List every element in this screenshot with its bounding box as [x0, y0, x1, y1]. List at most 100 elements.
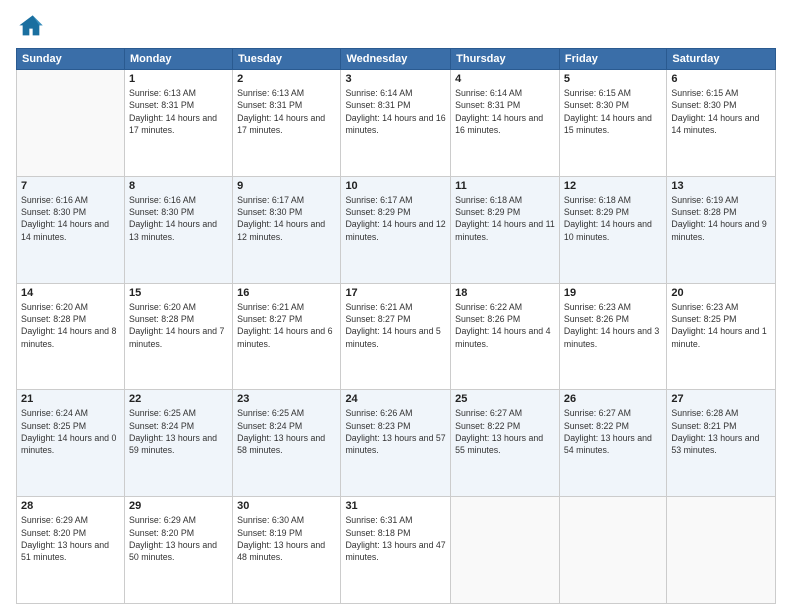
calendar-cell: 8 Sunrise: 6:16 AMSunset: 8:30 PMDaylight… — [124, 176, 232, 283]
day-number: 20 — [671, 287, 771, 299]
calendar-cell: 12 Sunrise: 6:18 AMSunset: 8:29 PMDayligh… — [559, 176, 666, 283]
logo-icon — [16, 12, 46, 42]
day-info: Sunrise: 6:14 AMSunset: 8:31 PMDaylight:… — [455, 87, 555, 136]
calendar-cell: 28 Sunrise: 6:29 AMSunset: 8:20 PMDayligh… — [17, 497, 125, 604]
day-info: Sunrise: 6:21 AMSunset: 8:27 PMDaylight:… — [237, 301, 336, 350]
calendar-table: SundayMondayTuesdayWednesdayThursdayFrid… — [16, 48, 776, 604]
day-number: 17 — [345, 287, 446, 299]
header — [16, 12, 776, 42]
day-number: 1 — [129, 73, 228, 85]
day-info: Sunrise: 6:25 AMSunset: 8:24 PMDaylight:… — [237, 407, 336, 456]
day-number: 8 — [129, 180, 228, 192]
day-info: Sunrise: 6:21 AMSunset: 8:27 PMDaylight:… — [345, 301, 446, 350]
day-number: 11 — [455, 180, 555, 192]
day-info: Sunrise: 6:15 AMSunset: 8:30 PMDaylight:… — [564, 87, 662, 136]
day-info: Sunrise: 6:17 AMSunset: 8:30 PMDaylight:… — [237, 194, 336, 243]
day-info: Sunrise: 6:27 AMSunset: 8:22 PMDaylight:… — [564, 407, 662, 456]
day-number: 12 — [564, 180, 662, 192]
calendar-week-row: 1 Sunrise: 6:13 AMSunset: 8:31 PMDaylight… — [17, 70, 776, 177]
logo — [16, 12, 50, 42]
day-number: 27 — [671, 393, 771, 405]
day-number: 30 — [237, 500, 336, 512]
day-number: 31 — [345, 500, 446, 512]
calendar-cell: 29Sunrise: 6:29 AMSunset: 8:20 PMDayligh… — [124, 497, 232, 604]
calendar-cell: 4 Sunrise: 6:14 AMSunset: 8:31 PMDaylight… — [451, 70, 560, 177]
day-info: Sunrise: 6:23 AMSunset: 8:25 PMDaylight:… — [671, 301, 771, 350]
day-info: Sunrise: 6:26 AMSunset: 8:23 PMDaylight:… — [345, 407, 446, 456]
day-info: Sunrise: 6:15 AMSunset: 8:30 PMDaylight:… — [671, 87, 771, 136]
calendar-cell: 27Sunrise: 6:28 AMSunset: 8:21 PMDayligh… — [667, 390, 776, 497]
day-number: 19 — [564, 287, 662, 299]
day-info: Sunrise: 6:18 AMSunset: 8:29 PMDaylight:… — [564, 194, 662, 243]
day-info: Sunrise: 6:24 AMSunset: 8:25 PMDaylight:… — [21, 407, 120, 456]
calendar-cell: 26 Sunrise: 6:27 AMSunset: 8:22 PMDayligh… — [559, 390, 666, 497]
calendar-cell: 20 Sunrise: 6:23 AMSunset: 8:25 PMDayligh… — [667, 283, 776, 390]
calendar-cell: 19 Sunrise: 6:23 AMSunset: 8:26 PMDayligh… — [559, 283, 666, 390]
day-info: Sunrise: 6:29 AMSunset: 8:20 PMDaylight:… — [21, 514, 120, 563]
page: SundayMondayTuesdayWednesdayThursdayFrid… — [0, 0, 792, 612]
day-info: Sunrise: 6:20 AMSunset: 8:28 PMDaylight:… — [129, 301, 228, 350]
calendar-cell: 13Sunrise: 6:19 AMSunset: 8:28 PMDayligh… — [667, 176, 776, 283]
calendar-cell: 30 Sunrise: 6:30 AMSunset: 8:19 PMDayligh… — [233, 497, 341, 604]
weekday-header: Wednesday — [341, 49, 451, 70]
calendar-week-row: 21 Sunrise: 6:24 AMSunset: 8:25 PMDayligh… — [17, 390, 776, 497]
calendar-cell: 7Sunrise: 6:16 AMSunset: 8:30 PMDaylight… — [17, 176, 125, 283]
calendar-cell — [559, 497, 666, 604]
weekday-header: Thursday — [451, 49, 560, 70]
day-number: 16 — [237, 287, 336, 299]
calendar-cell: 18 Sunrise: 6:22 AMSunset: 8:26 PMDayligh… — [451, 283, 560, 390]
calendar-week-row: 7Sunrise: 6:16 AMSunset: 8:30 PMDaylight… — [17, 176, 776, 283]
calendar-cell: 5 Sunrise: 6:15 AMSunset: 8:30 PMDaylight… — [559, 70, 666, 177]
day-info: Sunrise: 6:23 AMSunset: 8:26 PMDaylight:… — [564, 301, 662, 350]
day-info: Sunrise: 6:29 AMSunset: 8:20 PMDaylight:… — [129, 514, 228, 563]
day-number: 10 — [345, 180, 446, 192]
day-number: 5 — [564, 73, 662, 85]
day-info: Sunrise: 6:30 AMSunset: 8:19 PMDaylight:… — [237, 514, 336, 563]
day-info: Sunrise: 6:25 AMSunset: 8:24 PMDaylight:… — [129, 407, 228, 456]
day-number: 21 — [21, 393, 120, 405]
calendar-week-row: 28 Sunrise: 6:29 AMSunset: 8:20 PMDayligh… — [17, 497, 776, 604]
calendar-cell: 25 Sunrise: 6:27 AMSunset: 8:22 PMDayligh… — [451, 390, 560, 497]
day-info: Sunrise: 6:16 AMSunset: 8:30 PMDaylight:… — [21, 194, 120, 243]
day-number: 18 — [455, 287, 555, 299]
calendar-cell: 10 Sunrise: 6:17 AMSunset: 8:29 PMDayligh… — [341, 176, 451, 283]
calendar-cell — [667, 497, 776, 604]
weekday-header: Monday — [124, 49, 232, 70]
day-number: 3 — [345, 73, 446, 85]
calendar-cell: 3Sunrise: 6:14 AMSunset: 8:31 PMDaylight… — [341, 70, 451, 177]
weekday-header: Saturday — [667, 49, 776, 70]
day-info: Sunrise: 6:17 AMSunset: 8:29 PMDaylight:… — [345, 194, 446, 243]
day-number: 28 — [21, 500, 120, 512]
calendar-cell: 9 Sunrise: 6:17 AMSunset: 8:30 PMDaylight… — [233, 176, 341, 283]
day-number: 26 — [564, 393, 662, 405]
calendar-cell: 16 Sunrise: 6:21 AMSunset: 8:27 PMDayligh… — [233, 283, 341, 390]
calendar-cell — [451, 497, 560, 604]
calendar-cell: 17 Sunrise: 6:21 AMSunset: 8:27 PMDayligh… — [341, 283, 451, 390]
day-info: Sunrise: 6:13 AMSunset: 8:31 PMDaylight:… — [129, 87, 228, 136]
calendar-cell: 14Sunrise: 6:20 AMSunset: 8:28 PMDayligh… — [17, 283, 125, 390]
day-number: 4 — [455, 73, 555, 85]
weekday-header: Tuesday — [233, 49, 341, 70]
calendar-cell: 31Sunrise: 6:31 AMSunset: 8:18 PMDayligh… — [341, 497, 451, 604]
day-number: 6 — [671, 73, 771, 85]
weekday-header: Friday — [559, 49, 666, 70]
weekday-header: Sunday — [17, 49, 125, 70]
day-info: Sunrise: 6:22 AMSunset: 8:26 PMDaylight:… — [455, 301, 555, 350]
day-info: Sunrise: 6:16 AMSunset: 8:30 PMDaylight:… — [129, 194, 228, 243]
day-number: 9 — [237, 180, 336, 192]
calendar-cell: 15Sunrise: 6:20 AMSunset: 8:28 PMDayligh… — [124, 283, 232, 390]
day-number: 23 — [237, 393, 336, 405]
calendar-cell: 24 Sunrise: 6:26 AMSunset: 8:23 PMDayligh… — [341, 390, 451, 497]
day-number: 24 — [345, 393, 446, 405]
calendar-cell — [17, 70, 125, 177]
day-info: Sunrise: 6:27 AMSunset: 8:22 PMDaylight:… — [455, 407, 555, 456]
calendar-cell: 21 Sunrise: 6:24 AMSunset: 8:25 PMDayligh… — [17, 390, 125, 497]
day-number: 25 — [455, 393, 555, 405]
day-info: Sunrise: 6:20 AMSunset: 8:28 PMDaylight:… — [21, 301, 120, 350]
day-info: Sunrise: 6:13 AMSunset: 8:31 PMDaylight:… — [237, 87, 336, 136]
day-number: 13 — [671, 180, 771, 192]
calendar-cell: 1 Sunrise: 6:13 AMSunset: 8:31 PMDaylight… — [124, 70, 232, 177]
calendar-cell: 2Sunrise: 6:13 AMSunset: 8:31 PMDaylight… — [233, 70, 341, 177]
calendar-cell: 22Sunrise: 6:25 AMSunset: 8:24 PMDayligh… — [124, 390, 232, 497]
calendar-week-row: 14Sunrise: 6:20 AMSunset: 8:28 PMDayligh… — [17, 283, 776, 390]
